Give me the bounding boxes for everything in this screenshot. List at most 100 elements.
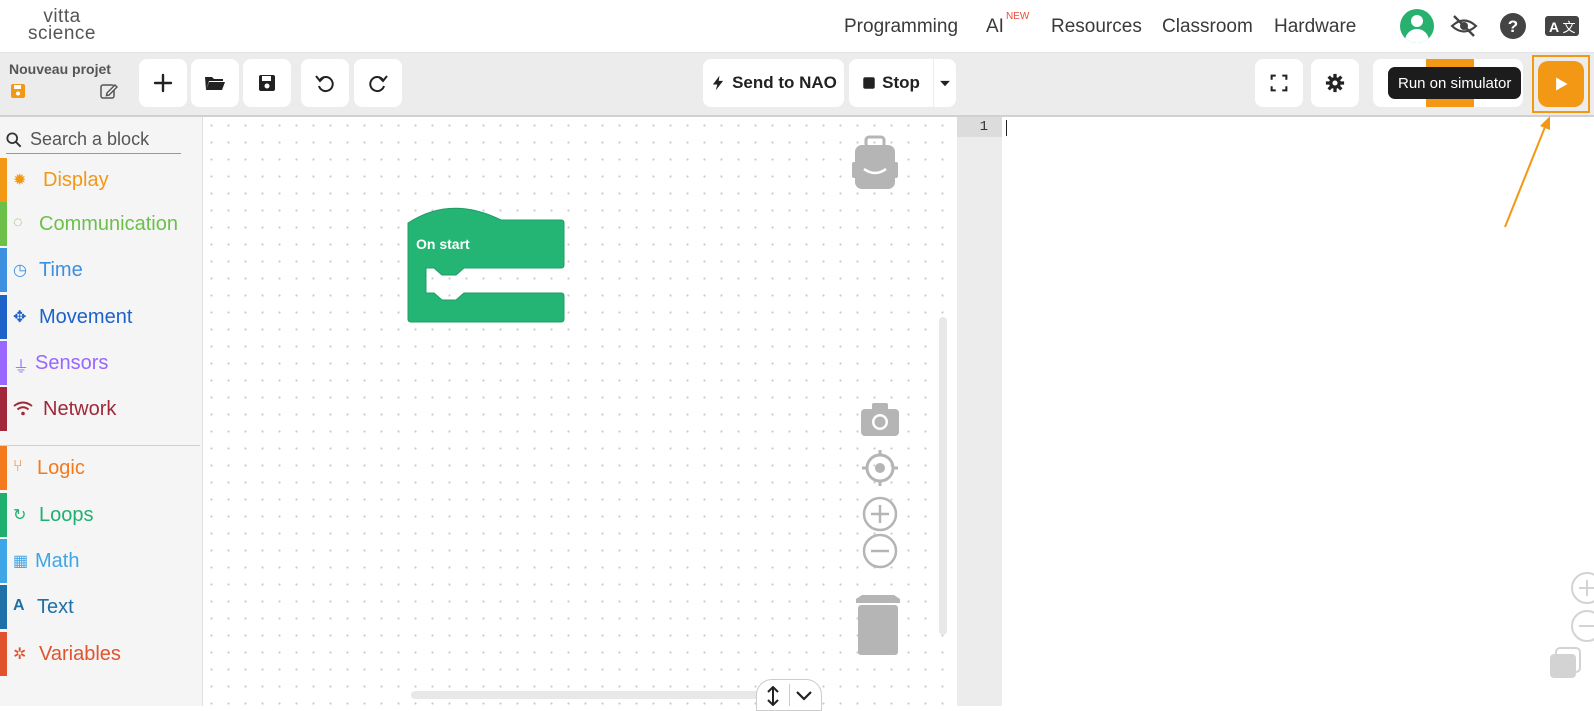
- category-label: Time: [39, 259, 83, 281]
- undo-icon: [315, 75, 334, 93]
- category-math[interactable]: ▦ Math: [0, 539, 200, 583]
- undo-button[interactable]: [301, 59, 349, 107]
- settings-button[interactable]: [1311, 59, 1359, 107]
- category-label: Movement: [39, 306, 133, 328]
- category-label: Network: [43, 398, 117, 420]
- save-button[interactable]: [243, 59, 291, 107]
- calculator-icon: ▦: [13, 553, 29, 570]
- chat-bubble-icon: ◌: [13, 214, 23, 231]
- on-start-block[interactable]: [406, 203, 566, 325]
- send-to-nao-button[interactable]: Send to NAO: [703, 59, 844, 107]
- category-label: Logic: [37, 457, 85, 479]
- gear-icon: [1325, 73, 1345, 93]
- nav-ai-label: AI: [986, 16, 1004, 37]
- text-cursor: [1006, 120, 1007, 136]
- panel-resize-toggle[interactable]: [756, 679, 822, 711]
- category-communication[interactable]: ◌ Communication: [0, 202, 200, 246]
- open-project-button[interactable]: [191, 59, 239, 107]
- nav-classroom[interactable]: Classroom: [1162, 16, 1253, 38]
- category-color-bar: [0, 295, 7, 339]
- editor-gutter: 1: [957, 117, 1002, 706]
- user-avatar[interactable]: [1400, 9, 1434, 43]
- category-movement[interactable]: ✥ Movement: [0, 295, 200, 339]
- zoom-out-icon[interactable]: [862, 533, 898, 569]
- line-number: 1: [957, 117, 1002, 137]
- branch-icon: ⑂: [13, 458, 23, 475]
- fullscreen-button[interactable]: [1255, 59, 1303, 107]
- editor-zoom-in-icon[interactable]: [1570, 571, 1594, 605]
- run-on-simulator-highlight: [1532, 55, 1590, 113]
- category-label: Sensors: [35, 352, 109, 374]
- backpack-icon[interactable]: [851, 135, 899, 191]
- folder-icon: [205, 77, 225, 90]
- editor-zoom-out-icon[interactable]: [1570, 609, 1594, 643]
- workspace-horizontal-scrollbar[interactable]: [411, 691, 771, 699]
- text-icon: A: [13, 597, 25, 614]
- category-label: Display: [43, 169, 109, 191]
- clock-icon: ◷: [13, 262, 27, 279]
- help-icon[interactable]: ?: [1499, 12, 1527, 40]
- zoom-in-icon[interactable]: [862, 496, 898, 532]
- category-logic[interactable]: ⑂ Logic: [0, 446, 200, 490]
- category-label: Text: [37, 596, 74, 618]
- category-label: Math: [35, 550, 80, 572]
- avatar-body-shape: [1405, 29, 1429, 43]
- redo-button[interactable]: [354, 59, 402, 107]
- block-category-sidebar: Search a block ✹ Display ◌ Communication…: [0, 117, 204, 706]
- category-color-bar: [0, 493, 7, 537]
- chevron-down-icon: [796, 691, 812, 701]
- bolt-icon: [712, 75, 724, 91]
- nav-hardware[interactable]: Hardware: [1274, 16, 1356, 38]
- category-color-bar: [0, 158, 7, 202]
- category-loops[interactable]: ↻ Loops: [0, 493, 200, 537]
- svg-text:A: A: [1549, 19, 1559, 35]
- category-color-bar: [0, 341, 7, 385]
- category-sensors[interactable]: ⏚ Sensors: [0, 341, 200, 385]
- trash-icon[interactable]: [854, 591, 902, 655]
- search-placeholder: Search a block: [30, 129, 150, 149]
- stop-button[interactable]: Stop: [849, 59, 933, 107]
- category-text[interactable]: A Text: [0, 585, 200, 629]
- editor-reset-zoom-icon[interactable]: [1548, 646, 1584, 680]
- language-icon[interactable]: A 文: [1544, 12, 1580, 40]
- move-arrows-icon: ✥: [13, 309, 27, 326]
- edit-project-icon[interactable]: [100, 82, 118, 100]
- run-on-simulator-tooltip: Run on simulator: [1388, 67, 1522, 99]
- search-icon: [6, 132, 22, 148]
- category-label: Communication: [39, 213, 178, 235]
- annotation-arrow: [1504, 116, 1550, 228]
- category-variables[interactable]: ✲ Variables: [0, 632, 200, 676]
- run-on-simulator-button[interactable]: [1538, 61, 1584, 107]
- nav-ai[interactable]: AI NEW: [986, 11, 1029, 38]
- category-label: Loops: [39, 504, 94, 526]
- run-options-dropdown[interactable]: [934, 59, 956, 107]
- search-block-field[interactable]: Search a block: [6, 127, 181, 154]
- gear-small-icon: ✲: [13, 646, 27, 663]
- fullscreen-icon: [1270, 74, 1288, 92]
- category-color-bar: [0, 446, 7, 490]
- nav-resources[interactable]: Resources: [1051, 16, 1142, 38]
- plus-icon: [153, 73, 173, 93]
- stop-icon: [863, 77, 875, 89]
- nav-programming[interactable]: Programming: [844, 16, 958, 38]
- new-project-button[interactable]: [139, 59, 187, 107]
- category-network[interactable]: Network: [0, 387, 200, 431]
- svg-text:文: 文: [1562, 20, 1575, 35]
- save-icon: [259, 75, 275, 91]
- workspace-vertical-scrollbar[interactable]: [939, 317, 947, 635]
- target-icon[interactable]: [862, 450, 898, 486]
- category-time[interactable]: ◷ Time: [0, 248, 200, 292]
- category-color-bar: [0, 632, 7, 676]
- resize-vertical-icon: [767, 686, 779, 706]
- top-navbar: vitta science Programming AI NEW Resource…: [0, 0, 1594, 53]
- accessibility-eye-icon[interactable]: [1450, 12, 1478, 40]
- nav-ai-badge: NEW: [1005, 10, 1030, 22]
- camera-icon[interactable]: [860, 401, 900, 437]
- category-display[interactable]: ✹ Display: [0, 158, 200, 202]
- vittascience-logo[interactable]: vitta science: [22, 7, 102, 43]
- on-start-block-label: On start: [416, 236, 470, 252]
- wifi-icon: [13, 401, 33, 416]
- category-color-bar: [0, 202, 7, 246]
- blockly-workspace[interactable]: On start: [203, 117, 955, 711]
- loop-arrow-icon: ↻: [13, 507, 27, 524]
